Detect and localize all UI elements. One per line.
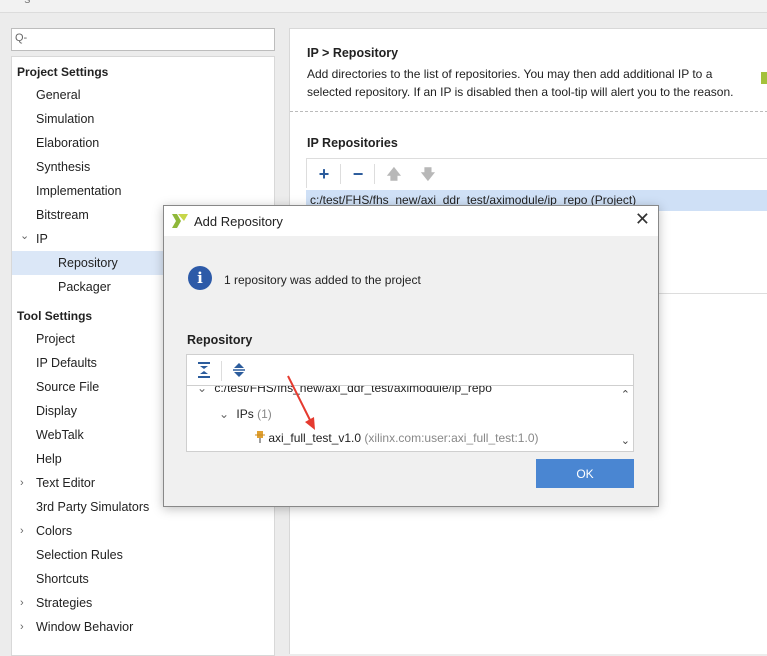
top-bar: ~ s [0, 0, 767, 13]
settings-search-input[interactable]: Q- [11, 28, 275, 51]
settings-item-label: Source File [36, 380, 100, 394]
dialog-title: Add Repository [194, 214, 283, 229]
ip-repositories-label: IP Repositories [307, 136, 398, 150]
remove-icon[interactable]: − [347, 163, 369, 185]
toolbar-separator [221, 361, 222, 381]
vivado-logo-icon [172, 214, 188, 228]
move-down-icon[interactable]: 🡇 [417, 163, 439, 185]
search-icon: Q- [15, 32, 28, 44]
page-title: IP > Repository [307, 46, 399, 60]
settings-item-label: 3rd Party Simulators [36, 500, 150, 514]
divider [290, 111, 767, 112]
annotation-arrow-icon [287, 375, 315, 430]
settings-item-implementation[interactable]: Implementation [12, 179, 274, 203]
title-fragment: ~ s [14, 0, 30, 6]
scroll-down-icon[interactable]: ⌄ [621, 434, 630, 447]
settings-item-label: Project [36, 332, 75, 346]
collapse-all-icon[interactable] [197, 362, 211, 378]
expand-all-icon[interactable] [233, 362, 245, 378]
chevron-right-icon[interactable]: › [20, 615, 24, 639]
settings-item-label: Elaboration [36, 136, 100, 150]
ips-count: (1) [257, 407, 272, 421]
settings-item-shortcuts[interactable]: Shortcuts [12, 567, 274, 591]
tree-scrollbar[interactable]: ⌃ ⌄ [617, 386, 633, 451]
scroll-up-icon[interactable]: ⌃ [621, 388, 630, 401]
ip-core-icon [255, 431, 265, 443]
settings-item-label: Help [36, 452, 62, 466]
settings-item-label: Synthesis [36, 160, 91, 174]
ip-vlnv: (xilinx.com:user:axi_full_test:1.0) [364, 431, 539, 445]
settings-item-label: Bitstream [36, 208, 89, 222]
section-title: Tool Settings [17, 309, 93, 323]
edge-marker [761, 72, 767, 84]
chevron-down-icon[interactable]: ⌄ [20, 224, 29, 248]
ips-label: IPs [236, 407, 254, 421]
settings-item-label: Simulation [36, 112, 95, 126]
info-icon: i [188, 266, 212, 290]
repository-tree: ⌄ c:/test/FHS/fhs_new/axi_ddr_test/aximo… [186, 386, 634, 452]
settings-item-label: IP Defaults [36, 356, 97, 370]
info-message: 1 repository was added to the project [224, 273, 421, 287]
toolbar-separator [374, 164, 375, 184]
settings-item-label: Window Behavior [36, 620, 134, 634]
settings-item-synthesis[interactable]: Synthesis [12, 155, 274, 179]
settings-item-label: Selection Rules [36, 548, 123, 562]
tree-toolbar [186, 354, 634, 386]
chevron-right-icon[interactable]: › [20, 591, 24, 615]
settings-item-elaboration[interactable]: Elaboration [12, 131, 274, 155]
settings-item-colors[interactable]: › Colors [12, 519, 274, 543]
close-icon[interactable]: ✕ [635, 209, 650, 230]
chevron-right-icon[interactable]: › [20, 471, 24, 495]
settings-item-label: Display [36, 404, 77, 418]
add-repository-dialog: Add Repository ✕ i 1 repository was adde… [163, 205, 659, 507]
settings-item-general[interactable]: General [12, 83, 274, 107]
settings-item-label: General [36, 88, 81, 102]
chevron-down-icon: ⌄ [219, 407, 230, 421]
settings-item-label: Packager [58, 280, 111, 294]
settings-item-label: Repository [58, 256, 118, 270]
settings-item-label: Text Editor [36, 476, 96, 490]
settings-item-label: Colors [36, 524, 73, 538]
settings-item-label: Implementation [36, 184, 122, 198]
tree-node-repository[interactable]: ⌄ c:/test/FHS/fhs_new/axi_ddr_test/aximo… [197, 386, 492, 395]
dialog-titlebar: Add Repository ✕ [164, 206, 658, 236]
page-description: Add directories to the list of repositor… [307, 67, 734, 99]
ok-button[interactable]: OK [536, 459, 634, 488]
toolbar-separator [340, 164, 341, 184]
settings-item-label: IP [36, 232, 48, 246]
chevron-right-icon[interactable]: › [20, 519, 24, 543]
section-title: Project Settings [17, 65, 109, 79]
tree-node-ips[interactable]: ⌄ IPs (1) [219, 407, 272, 421]
settings-item-label: WebTalk [36, 428, 84, 442]
settings-item-strategies[interactable]: › Strategies [12, 591, 274, 615]
repository-path: c:/test/FHS/fhs_new/axi_ddr_test/aximodu… [214, 386, 492, 395]
move-up-icon[interactable]: 🡅 [383, 163, 405, 185]
add-icon[interactable]: + [313, 163, 335, 185]
settings-item-selection-rules[interactable]: Selection Rules [12, 543, 274, 567]
settings-item-label: Strategies [36, 596, 93, 610]
repository-label: Repository [187, 333, 253, 347]
settings-item-window-behavior[interactable]: › Window Behavior [12, 615, 274, 639]
repositories-toolbar: + − 🡅 🡇 [306, 158, 767, 188]
settings-item-simulation[interactable]: Simulation [12, 107, 274, 131]
chevron-down-icon: ⌄ [197, 386, 208, 395]
settings-item-label: Shortcuts [36, 572, 89, 586]
